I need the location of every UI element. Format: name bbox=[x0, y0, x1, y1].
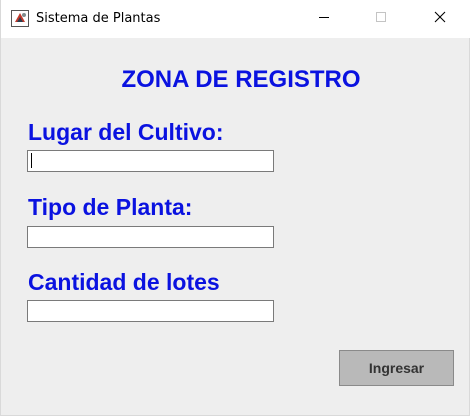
main-window: Sistema de Plantas ZONA DE REGISTRO Luga… bbox=[0, 0, 470, 416]
ingresar-button[interactable]: Ingresar bbox=[339, 350, 454, 386]
close-icon bbox=[434, 10, 446, 28]
label-lugar-del-cultivo: Lugar del Cultivo: bbox=[28, 119, 224, 145]
title-bar[interactable]: Sistema de Plantas bbox=[1, 0, 470, 38]
window-title: Sistema de Plantas bbox=[36, 11, 161, 26]
label-tipo-de-planta: Tipo de Planta: bbox=[28, 194, 193, 220]
label-cantidad-de-lotes: Cantidad de lotes bbox=[28, 269, 220, 295]
minimize-button[interactable] bbox=[301, 0, 347, 38]
cantidad-de-lotes-input[interactable] bbox=[27, 300, 274, 322]
text-caret bbox=[31, 153, 32, 168]
lugar-del-cultivo-input[interactable] bbox=[27, 150, 274, 172]
tipo-de-planta-input[interactable] bbox=[27, 226, 274, 248]
form-heading: ZONA DE REGISTRO bbox=[121, 66, 361, 93]
minimize-icon bbox=[318, 10, 330, 28]
java-app-icon bbox=[11, 10, 29, 27]
maximize-button bbox=[358, 0, 404, 38]
maximize-icon bbox=[375, 10, 387, 28]
close-button[interactable] bbox=[417, 0, 463, 38]
